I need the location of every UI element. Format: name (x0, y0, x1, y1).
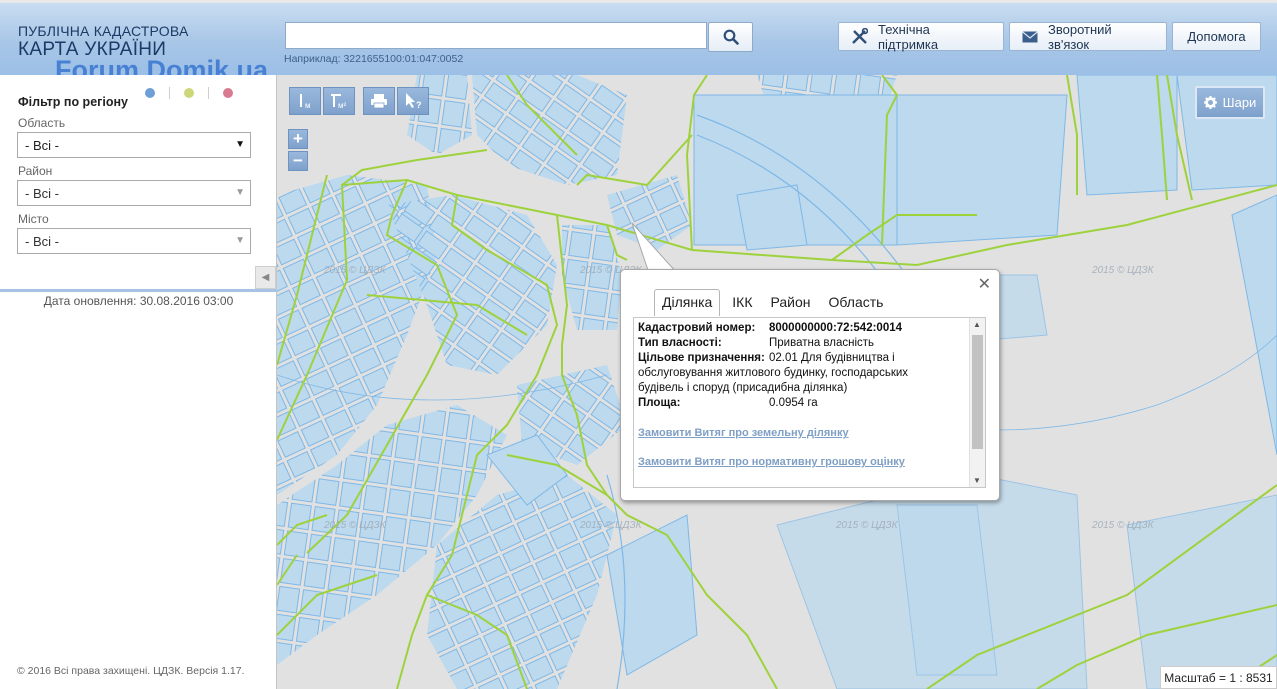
purpose-value-continued: обслуговування житлового будинку, господ… (638, 367, 909, 394)
print-button[interactable] (363, 87, 395, 115)
sidebar-divider (0, 289, 277, 292)
district-select-value: - Всі - (25, 185, 59, 201)
svg-text:м: м (305, 101, 311, 110)
collapse-sidebar-button[interactable]: ◀ (255, 266, 276, 289)
popup-body: Кадастровий номер: 8000000000:72:542:001… (633, 317, 986, 488)
ownership-label: Тип власності: (638, 337, 722, 349)
ruler-icon: м (300, 94, 311, 110)
scrollbar-thumb[interactable] (972, 335, 983, 449)
search-input[interactable] (285, 22, 707, 49)
tools-icon (851, 28, 868, 45)
city-select[interactable]: - Всі - ▼ (17, 228, 251, 254)
layers-button[interactable]: Шари (1195, 86, 1265, 119)
purpose-row: Цільове призначення: 02.01 Для будівницт… (638, 351, 968, 366)
chevron-left-icon: ◀ (261, 272, 270, 283)
feedback-button[interactable]: Зворотний зв'язок (1009, 21, 1167, 52)
zoom-in-button[interactable]: + (288, 129, 308, 149)
order-valuation-extract-link[interactable]: Замовити Витяг про нормативну грошову оц… (638, 455, 968, 470)
update-date: Дата оновлення: 30.08.2016 03:00 (43, 294, 234, 308)
tab-ikk[interactable]: ІКК (726, 290, 758, 316)
map-toolbar: м м² ? (289, 87, 431, 115)
cursor-question-icon: ? (406, 93, 422, 110)
filter-title: Фільтр по регіону (18, 95, 128, 109)
order-land-extract-link[interactable]: Замовити Витяг про земельну ділянку (638, 426, 968, 441)
support-button-label: Технічна підтримка (878, 21, 939, 52)
plus-icon: + (293, 129, 303, 148)
measure-area-button[interactable]: м² (323, 87, 355, 115)
search-button[interactable] (708, 22, 753, 52)
popup-tabs: Ділянка ІКК Район Область (654, 289, 895, 316)
district-select[interactable]: - Всі - ▼ (17, 180, 251, 206)
copyright: © 2016 Всі права захищені. ЦДЗК. Версія … (17, 665, 245, 677)
envelope-icon (1022, 30, 1038, 43)
city-select-value: - Всі - (25, 233, 59, 249)
layers-button-label: Шари (1222, 95, 1257, 110)
map-watermark: 2015 © ЦДЗК (324, 265, 386, 276)
blue-dot[interactable] (145, 88, 155, 98)
close-icon[interactable]: ✕ (978, 274, 991, 294)
area-ruler-icon: м² (331, 94, 347, 110)
sidebar: Фільтр по регіону Область - Всі - ▼ Райо… (0, 75, 277, 689)
map-watermark: 2015 © ЦДЗК (580, 520, 642, 531)
region-select[interactable]: - Всі - ▼ (17, 132, 251, 158)
zoom-out-button[interactable]: − (288, 151, 308, 171)
region-select-value: - Всі - (25, 137, 59, 153)
tab-parcel[interactable]: Ділянка (654, 289, 721, 316)
scroll-up-icon[interactable]: ▲ (973, 320, 981, 329)
scroll-down-icon[interactable]: ▼ (973, 476, 981, 485)
map-watermark: 2015 © ЦДЗК (836, 520, 898, 531)
tab-district[interactable]: Район (765, 290, 817, 316)
help-button-label: Допомога (1187, 29, 1246, 44)
map-canvas[interactable]: 2015 © ЦДЗК 2015 © ЦДЗК 2015 © ЦДЗК 2015… (277, 75, 1277, 689)
purpose-label: Цільове призначення: (638, 352, 765, 364)
city-label: Місто (18, 212, 49, 226)
cadastral-number-value: 8000000000:72:542:0014 (769, 322, 903, 334)
svg-text:м²: м² (338, 101, 347, 110)
dropdown-arrow-icon: ▼ (235, 187, 245, 198)
cadastral-number-label: Кадастровий номер: (638, 322, 756, 334)
header: ПУБЛІЧНА КАДАСТРОВА КАРТА УКРАЇНИ Forum.… (0, 0, 1277, 85)
support-button[interactable]: Технічна підтримка (838, 21, 1004, 52)
gear-icon (1203, 96, 1217, 109)
tab-region[interactable]: Область (823, 290, 890, 316)
map-watermark: 2015 © ЦДЗК (324, 520, 386, 531)
purpose-value-line1: 02.01 Для будівництва і (769, 352, 895, 364)
filter-color-dots (145, 87, 233, 99)
map-watermark: 2015 © ЦДЗК (1092, 520, 1154, 531)
ownership-value: Приватна власність (769, 337, 875, 349)
parcel-info-popup: ✕ Ділянка ІКК Район Область Кадастровий … (620, 269, 1000, 501)
area-label: Площа: (638, 397, 681, 409)
search-icon (723, 29, 739, 45)
area-row: Площа: 0.0954 га (638, 396, 968, 411)
dropdown-arrow-icon: ▼ (235, 235, 245, 246)
map-scale: Масштаб = 1 : 8531 (1160, 666, 1277, 689)
yellow-dot[interactable] (184, 88, 194, 98)
brand-title-line1[interactable]: ПУБЛІЧНА КАДАСТРОВА (18, 23, 189, 39)
district-label: Район (18, 164, 53, 178)
minus-icon: − (293, 151, 303, 170)
search-hint: Наприклад: 3221655100:01:047:0052 (284, 53, 464, 65)
feedback-button-label: Зворотний зв'язок (1048, 21, 1112, 52)
svg-text:?: ? (416, 100, 422, 110)
dropdown-arrow-icon: ▼ (235, 139, 245, 150)
popup-scrollbar[interactable]: ▲ ▼ (969, 318, 985, 487)
ownership-row: Тип власності: Приватна власність (638, 336, 968, 351)
area-value: 0.0954 га (769, 397, 818, 409)
cadastral-number-row: Кадастровий номер: 8000000000:72:542:001… (638, 321, 968, 336)
map-watermark: 2015 © ЦДЗК (1092, 265, 1154, 276)
pink-dot[interactable] (223, 88, 233, 98)
printer-icon (371, 94, 387, 109)
help-button[interactable]: Допомога (1172, 22, 1261, 51)
region-label: Область (18, 116, 66, 130)
identify-button[interactable]: ? (397, 87, 429, 115)
measure-distance-button[interactable]: м (289, 87, 321, 115)
